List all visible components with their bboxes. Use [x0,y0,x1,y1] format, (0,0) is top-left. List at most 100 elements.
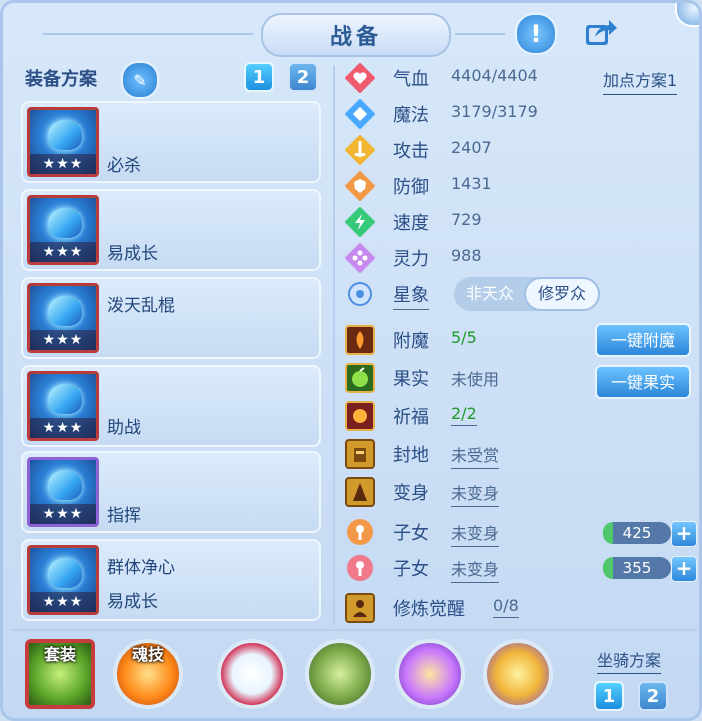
title-deco-left [43,33,253,35]
stat-row-hp: 气血 4404/4404 [345,61,595,95]
transform-icon [345,477,375,507]
heart-icon [345,63,375,93]
info-button[interactable]: ! [515,13,557,55]
equip-plan-tab-2[interactable]: 2 [288,62,318,92]
bless-row: 祈福 2/2 [345,399,585,433]
stat-label: 子女 [393,559,429,580]
child-bar-1: 425 [603,522,671,544]
share-button[interactable] [581,13,619,51]
star-sign-icon [348,282,372,306]
stat-value[interactable]: 未变身 [451,556,500,583]
one-key-fruit-button[interactable]: 一键果实 [595,365,691,399]
equip-skill-extra: 易成长 [107,592,158,612]
stat-label: 变身 [393,483,429,504]
share-icon [586,20,617,45]
one-key-enchant-button[interactable]: 一键附魔 [595,323,691,357]
star-rating: ★★★ [30,418,96,438]
star-sign-row: 星象 [345,277,445,311]
weapon-icon: ★★★ [27,107,99,177]
skill-slot-2[interactable] [305,639,375,709]
stat-label: 附魔 [393,331,429,352]
equip-skill-name: 助战 [107,418,141,438]
stat-value: 4404/4404 [451,66,538,85]
star-sign-option-1[interactable]: 非天众 [454,277,526,311]
stat-value[interactable]: 未变身 [451,520,500,547]
transform-row: 变身 未变身 [345,475,585,509]
stat-label: 封地 [393,445,429,466]
equip-skill-name: 泼天乱棍 [107,296,175,316]
child-bar-2: 355 [603,557,671,579]
enchant-row: 附魔 5/5 [345,323,585,357]
child-row-1: 子女 未变身 [345,515,585,549]
stat-value[interactable]: 未变身 [451,480,500,507]
equip-skill-name: 群体净心 [107,558,175,578]
speed-icon [345,207,375,237]
set-label: 套装 [43,645,76,664]
equip-plan-tab-1[interactable]: 1 [244,62,274,92]
star-sign-toggle[interactable]: 非天众 修罗众 [454,277,600,311]
equip-skill-name: 易成长 [107,244,158,264]
stat-value: 1431 [451,174,492,193]
child-plus-button-2[interactable]: + [671,556,697,582]
shield-icon [345,171,375,201]
soul-skill-slot[interactable]: 魂技 [113,639,183,709]
necklace-icon: ★★★ [27,371,99,441]
stat-label: 子女 [393,523,429,544]
spirit-icon [345,243,375,273]
title-deco-right [455,33,505,35]
star-sign-option-2[interactable]: 修罗众 [524,277,600,311]
fief-row: 封地 未受赏 [345,437,585,471]
mount-plan-label: 坐骑方案 [597,647,662,674]
title-plate: 战备 [261,13,451,57]
child-icon [347,555,373,581]
edit-button[interactable]: ✎ [121,61,159,99]
stat-row-attack: 攻击 2407 [345,133,595,167]
skill-slot-3[interactable] [395,639,465,709]
page-title: 战备 [329,25,382,50]
equip-card-4[interactable]: ★★★ 助战 [21,365,321,447]
stat-value: 未使用 [451,370,500,389]
stat-label: 祈福 [393,407,429,428]
mount-plan-tab-2[interactable]: 2 [638,681,668,711]
belt-icon: ★★★ [27,457,99,527]
child-icon [347,519,373,545]
stat-label: 果实 [393,369,429,390]
awaken-icon [345,593,375,623]
points-plan-link[interactable]: 加点方案1 [603,67,678,95]
stat-row-spirit: 灵力 988 [345,241,595,275]
fruit-icon [345,363,375,393]
child-plus-button-1[interactable]: + [671,521,697,547]
equip-card-1[interactable]: ★★★ 必杀 [21,101,321,183]
bottom-divider [11,629,697,631]
stat-value[interactable]: 未受赏 [451,442,500,469]
star-sign-label[interactable]: 星象 [393,281,429,310]
stat-value: 5/5 [451,328,477,347]
stat-value: 729 [451,210,482,229]
set-skill-slot[interactable]: 套装 [25,639,95,709]
child-row-2: 子女 未变身 [345,551,585,585]
enchant-icon [345,325,375,355]
equip-skill-name: 必杀 [107,156,141,176]
awaken-row: 修炼觉醒 0/8 [345,591,585,625]
stat-value: 988 [451,246,482,265]
fruit-row: 果实 未使用 [345,361,585,395]
exclamation-icon: ! [530,20,542,48]
skill-slot-1[interactable] [217,639,287,709]
stat-value[interactable]: 2/2 [451,404,477,426]
equip-card-3[interactable]: ★★★ 泼天乱棍 [21,277,321,359]
sword-icon [345,135,375,165]
mana-icon [345,99,375,129]
helmet-icon: ★★★ [27,195,99,265]
stat-label: 魔法 [393,105,429,126]
equip-card-6[interactable]: ★★★ 群体净心 易成长 [21,539,321,621]
skill-slot-4[interactable] [483,639,553,709]
equip-card-2[interactable]: ★★★ 易成长 [21,189,321,271]
corner-close-gem[interactable] [675,3,699,27]
stat-label: 修炼觉醒 [393,599,465,620]
mount-plan-tab-1[interactable]: 1 [594,681,624,711]
equip-card-5[interactable]: ★★★ 指挥 [21,451,321,533]
equip-skill-name: 指挥 [107,506,141,526]
stat-label: 气血 [393,69,429,90]
armor-icon: ★★★ [27,283,99,353]
stat-value[interactable]: 0/8 [493,596,519,618]
